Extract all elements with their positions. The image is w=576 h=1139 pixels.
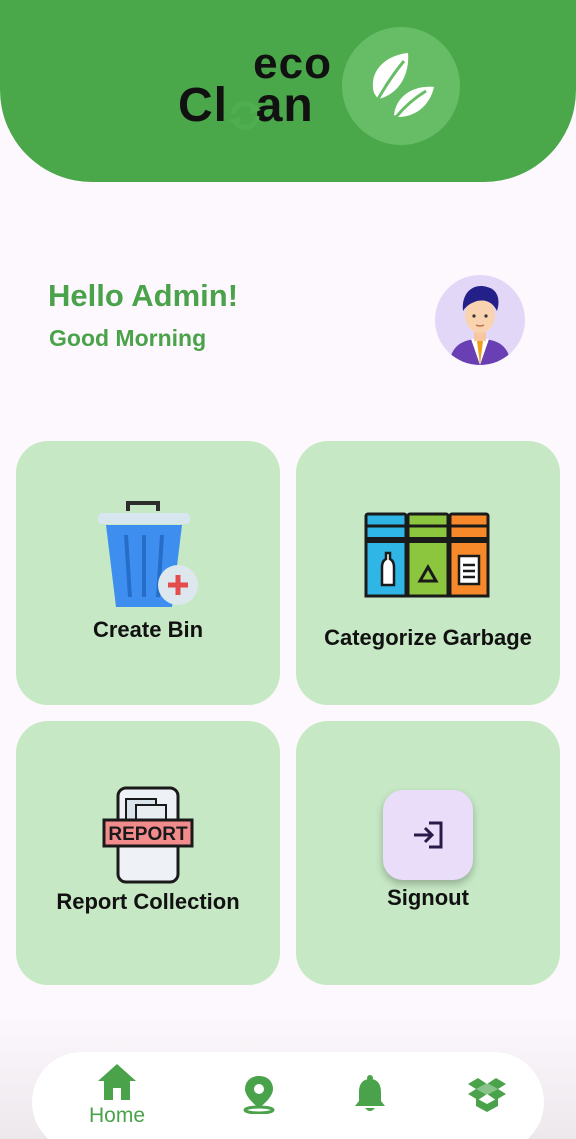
nav-box[interactable] <box>447 1074 527 1139</box>
create-bin-card[interactable]: Create Bin <box>16 441 280 705</box>
app-header: eco Clean <box>0 0 576 182</box>
signout-icon <box>414 821 443 849</box>
leaf-icon <box>342 27 460 145</box>
signout-card[interactable]: Signout <box>296 721 560 985</box>
recycle-icon <box>229 101 261 130</box>
nav-home[interactable]: Home <box>77 1062 157 1139</box>
categorize-garbage-card[interactable]: Categorize Garbage <box>296 441 560 705</box>
greeting-title: Hello Admin! <box>48 278 239 313</box>
box-icon <box>468 1078 506 1112</box>
user-avatar-icon <box>449 286 511 365</box>
bottom-nav: Home <box>32 1052 544 1139</box>
trash-bin-add-icon <box>98 501 198 607</box>
report-document-icon: REPORT <box>102 786 194 884</box>
create-bin-label: Create Bin <box>92 617 204 642</box>
home-icon <box>98 1064 136 1100</box>
nav-notifications[interactable] <box>330 1074 410 1139</box>
report-collection-card[interactable]: REPORT Report Collection <box>16 721 280 985</box>
report-collection-label: Report Collection <box>56 889 240 914</box>
logo-wordmark: eco Clean <box>178 40 338 135</box>
categorize-garbage-label: Categorize Garbage <box>324 625 532 650</box>
greeting-subtitle: Good Morning <box>49 325 207 351</box>
svg-text:REPORT: REPORT <box>108 824 188 845</box>
nav-map[interactable] <box>219 1074 299 1139</box>
bell-icon <box>355 1075 385 1111</box>
nav-home-label: Home <box>88 1104 146 1127</box>
avatar[interactable] <box>435 275 525 365</box>
signout-button[interactable] <box>383 790 473 880</box>
map-pin-icon <box>243 1076 275 1114</box>
sorting-bins-icon <box>364 512 490 598</box>
signout-label: Signout <box>387 885 469 910</box>
